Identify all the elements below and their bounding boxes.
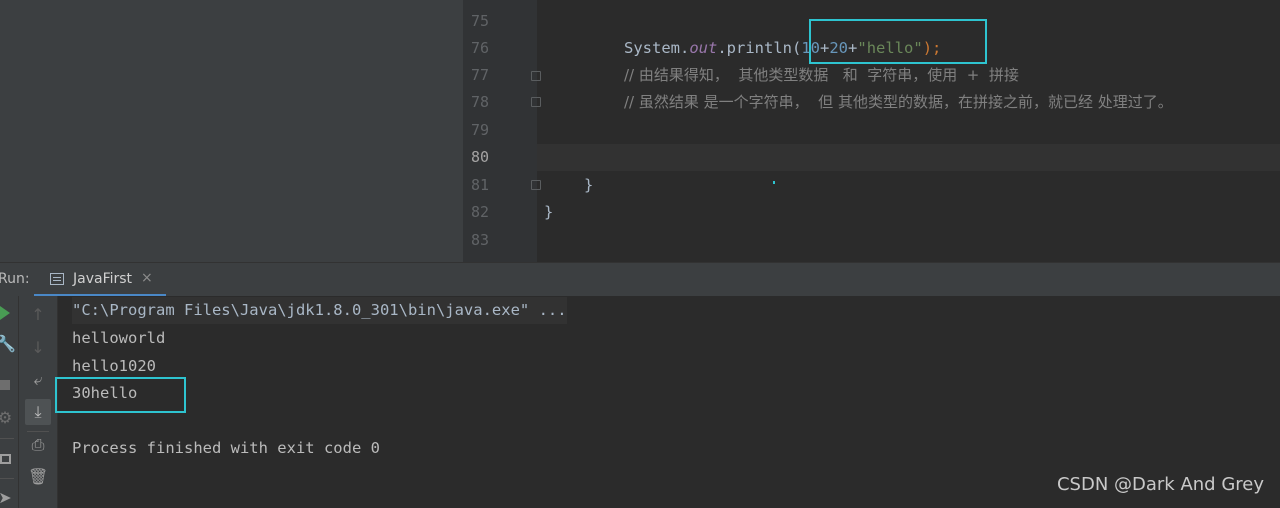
tab-javafirst[interactable]: JavaFirst × bbox=[34, 263, 166, 297]
line-number: 81 bbox=[470, 176, 489, 194]
console-exit-line: Process finished with exit code 0 bbox=[72, 439, 380, 457]
run-icon[interactable] bbox=[0, 306, 12, 320]
line-number: 79 bbox=[470, 121, 489, 139]
stop-icon[interactable] bbox=[0, 380, 10, 390]
wrench-icon[interactable]: 🔧 bbox=[0, 334, 16, 354]
fold-marker-icon[interactable] bbox=[531, 180, 541, 190]
annotation-box-code bbox=[809, 19, 987, 64]
arrow-down-icon[interactable]: ↓ bbox=[28, 338, 48, 358]
line-number: 76 bbox=[470, 39, 489, 57]
fold-marker-icon[interactable] bbox=[531, 97, 541, 107]
debug-icon[interactable]: ⚙ bbox=[0, 408, 14, 428]
line-number-current: 80 bbox=[470, 148, 489, 166]
run-toolbar-primary: 🔧 ⚙ ➤ bbox=[0, 296, 19, 508]
console-icon bbox=[50, 273, 64, 285]
code-closing-brace: } bbox=[584, 176, 594, 194]
line-number: 78 bbox=[470, 93, 489, 111]
line-number: 77 bbox=[470, 66, 489, 84]
watermark: CSDN @Dark And Grey bbox=[1056, 474, 1264, 495]
toolbar-divider bbox=[0, 478, 14, 479]
scroll-to-end-button[interactable]: ⤓ bbox=[25, 399, 51, 425]
run-label: Run: bbox=[0, 271, 30, 287]
annotation-box-output bbox=[55, 377, 186, 413]
toolbar-divider bbox=[27, 431, 49, 432]
trash-icon[interactable]: 🗑 bbox=[28, 467, 48, 487]
console-output-line: helloworld bbox=[72, 329, 166, 347]
code-comment: // 由结果得知， 其他类型数据 和 字符串，使用 + 拼接 bbox=[624, 66, 1019, 84]
line-number: 75 bbox=[470, 12, 489, 30]
code-closing-brace: } bbox=[544, 203, 554, 221]
pin-icon[interactable]: ➤ bbox=[0, 488, 14, 508]
run-panel-header: Run: JavaFirst × bbox=[0, 262, 1280, 297]
scroll-to-end-icon: ⤓ bbox=[34, 402, 42, 421]
current-line-highlight bbox=[537, 144, 1280, 171]
fold-marker-icon[interactable] bbox=[531, 71, 541, 81]
line-number: 82 bbox=[470, 203, 489, 221]
console-command-line: "C:\Program Files\Java\jdk1.8.0_301\bin\… bbox=[72, 297, 567, 324]
arrow-up-icon[interactable]: ↑ bbox=[28, 305, 48, 325]
soft-wrap-icon[interactable]: ⤶ bbox=[28, 370, 48, 390]
console-output-line: hello1020 bbox=[72, 357, 156, 375]
layout-icon[interactable] bbox=[0, 454, 11, 464]
project-pane bbox=[0, 0, 463, 262]
run-toolbar-secondary: ↑ ↓ ⤶ ⤓ ⎙ 🗑 bbox=[19, 296, 58, 508]
toolbar-divider bbox=[0, 438, 14, 439]
code-comment: // 虽然结果 是一个字符串， 但 其他类型的数据，在拼接之前，就已经 处理过了… bbox=[624, 93, 1173, 111]
tab-label: JavaFirst bbox=[73, 271, 133, 287]
print-icon[interactable]: ⎙ bbox=[28, 435, 48, 455]
line-number: 83 bbox=[470, 231, 489, 249]
caret-marker bbox=[773, 181, 775, 184]
close-icon[interactable]: × bbox=[141, 270, 153, 286]
